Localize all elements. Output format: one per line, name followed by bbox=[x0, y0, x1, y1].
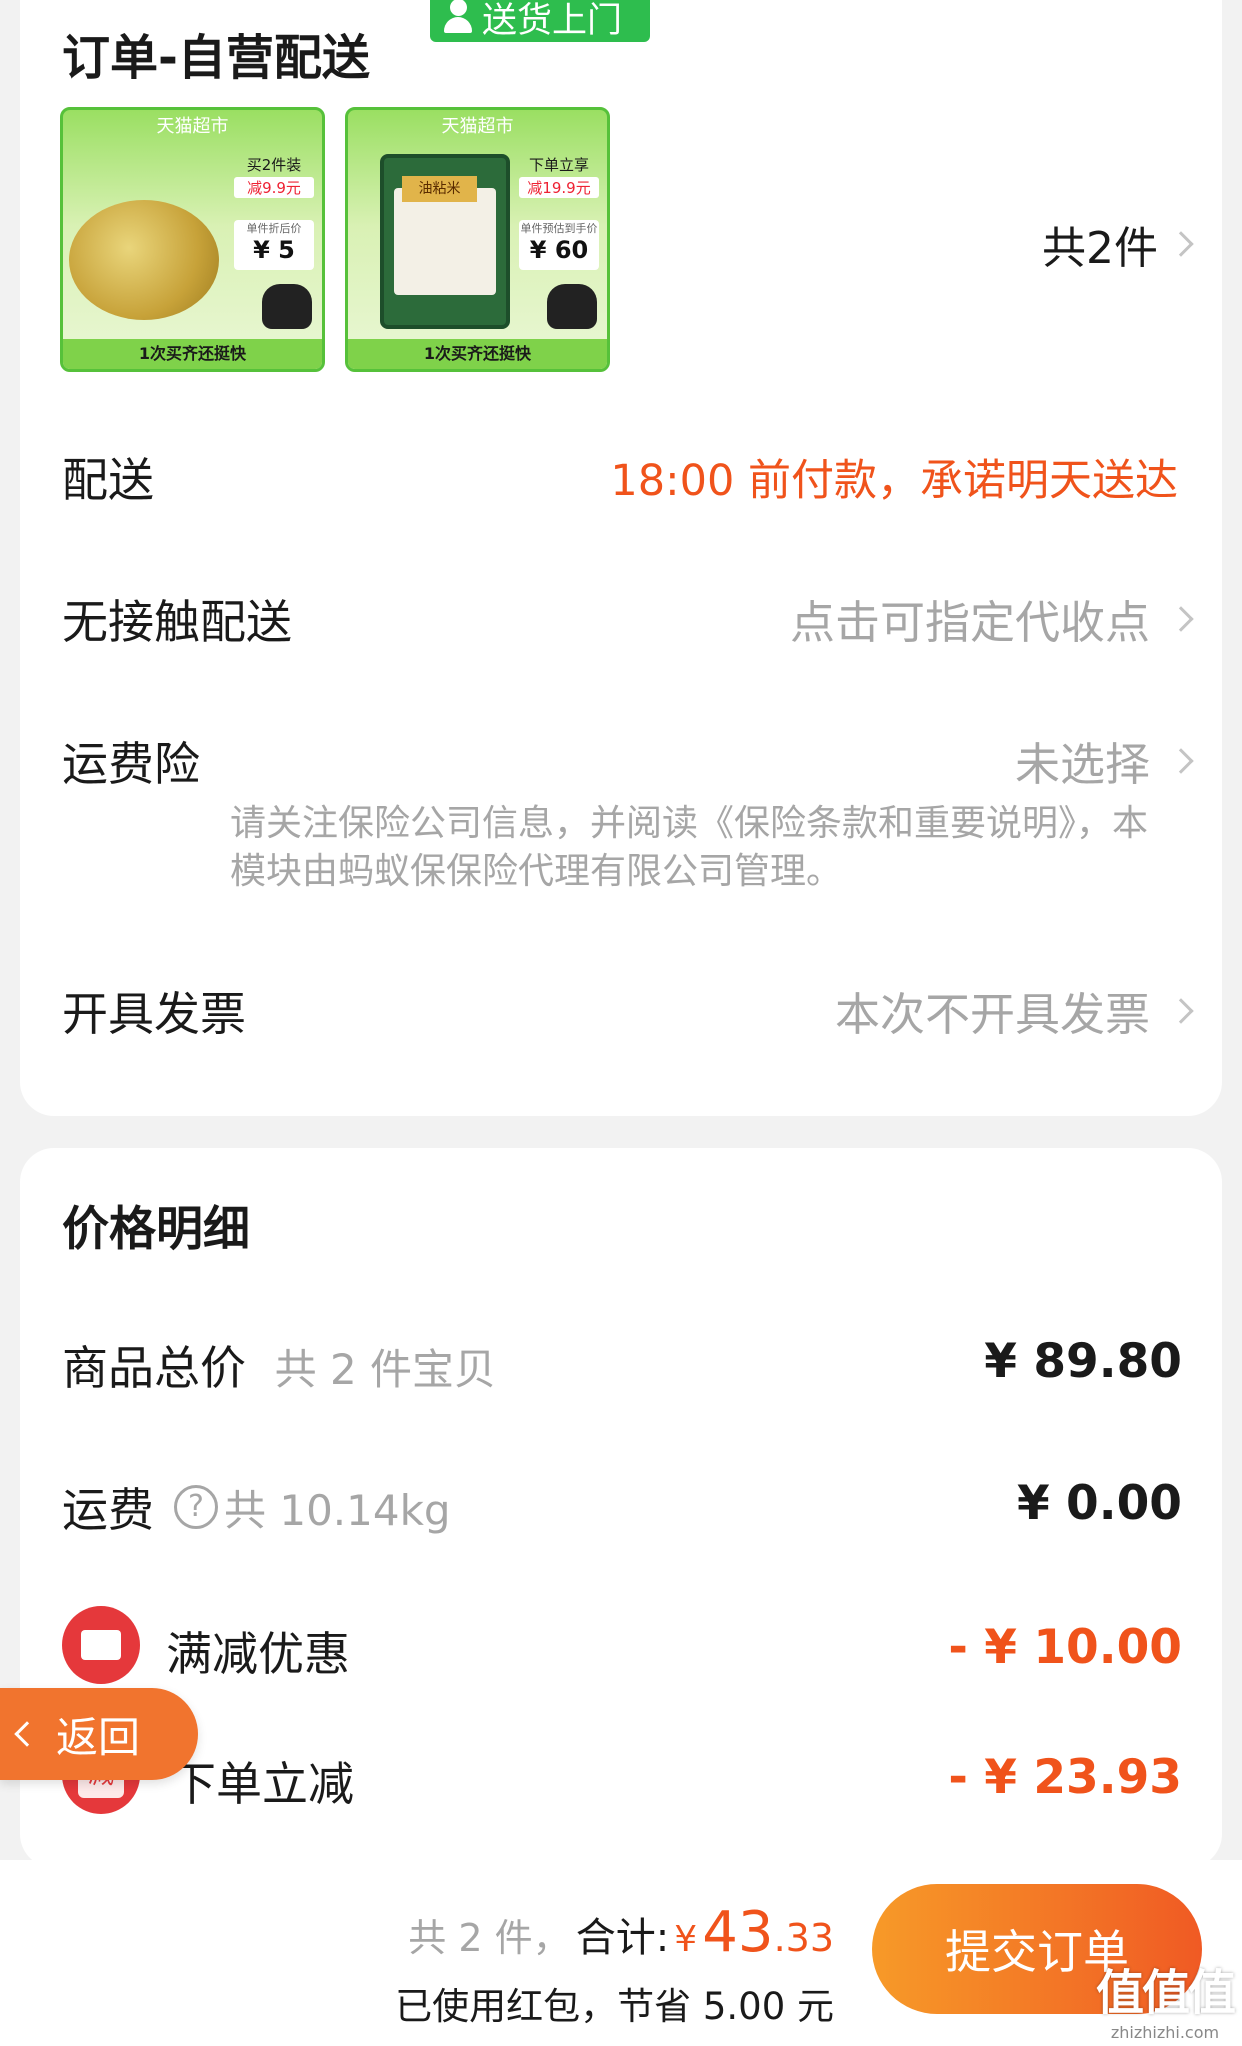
product-thumbnail-rice[interactable]: 天猫超市 油粘米 下单立享 减19.9元 单件预估到手价 ¥ 60 1次买齐还挺… bbox=[345, 107, 610, 372]
goods-value: ¥ 89.80 bbox=[984, 1334, 1182, 1389]
price-detail-title: 价格明细 bbox=[62, 1202, 250, 1257]
promo-tag: 下单立享 减19.9元 bbox=[519, 154, 599, 198]
instant-discount-label: 下单立减 bbox=[170, 1757, 354, 1811]
help-icon[interactable]: ? bbox=[174, 1485, 218, 1529]
watermark: 值值值 zhizhizhi.com bbox=[1095, 1953, 1236, 2042]
contactless-value: 点击可指定代收点 bbox=[789, 596, 1150, 649]
order-title: 订单-自营配送 bbox=[62, 30, 370, 86]
insurance-label: 运费险 bbox=[62, 737, 200, 791]
rice-bag-image: 油粘米 bbox=[380, 154, 510, 329]
delivery-label: 配送 bbox=[62, 453, 154, 507]
back-button-label: 返回 bbox=[56, 1712, 141, 1762]
price-box: 单件折后价 ¥ 5 bbox=[234, 220, 314, 270]
price-value: ¥ 5 bbox=[253, 236, 295, 264]
person-icon bbox=[442, 0, 474, 35]
price-label: 单件折后价 bbox=[246, 222, 302, 235]
contactless-label: 无接触配送 bbox=[62, 595, 292, 649]
total-amount-int: 43 bbox=[702, 1900, 774, 1965]
shipping-label: 运费 ? 共 10.14kg bbox=[62, 1474, 451, 1540]
product-thumbnail-raisins[interactable]: 天猫超市 买2件装 减9.9元 单件折后价 ¥ 5 1次买齐还挺快 bbox=[60, 107, 325, 372]
total-amount-dec: .33 bbox=[773, 1916, 834, 1960]
total-label: 合计: bbox=[575, 1915, 670, 1961]
total-count: 共 2 件， bbox=[408, 1916, 571, 1960]
order-card: 订单-自营配送 送货上门 天猫超市 买2件装 减9.9元 单件折后价 ¥ 5 1… bbox=[20, 0, 1222, 1116]
goods-label: 商品总价 共 2 件宝贝 bbox=[62, 1332, 496, 1398]
contactless-row-action[interactable]: 点击可指定代收点 bbox=[789, 586, 1194, 651]
watermark-url: zhizhizhi.com bbox=[1110, 2023, 1220, 2042]
bag-label: 油粘米 bbox=[402, 176, 477, 202]
instant-discount-value: - ¥ 23.93 bbox=[948, 1750, 1182, 1805]
checkout-bar: 共 2 件， 合计: ¥ 43.33 已使用红包，节省 5.00 元 提交订单 … bbox=[0, 1860, 1242, 2046]
item-count: 共2件 bbox=[1042, 223, 1158, 274]
chevron-right-icon bbox=[1168, 231, 1194, 257]
store-label: 天猫超市 bbox=[156, 116, 229, 137]
tmall-cat-icon bbox=[262, 284, 312, 329]
insurance-note[interactable]: 请关注保险公司信息，并阅读《保险条款和重要说明》，本模块由蚂蚁保保险代理有限公司… bbox=[230, 800, 1170, 896]
total-currency: ¥ bbox=[674, 1919, 698, 1960]
price-detail-card: 价格明细 商品总价 共 2 件宝贝 ¥ 89.80 运费 ? 共 10.14kg… bbox=[20, 1148, 1222, 1868]
watermark-logo: 值值值 bbox=[1095, 1965, 1236, 2021]
delivery-badge: 送货上门 bbox=[430, 0, 650, 42]
promo-line2: 减9.9元 bbox=[234, 177, 314, 198]
chevron-left-icon bbox=[14, 1721, 40, 1747]
item-count-link[interactable]: 共2件 bbox=[1042, 212, 1194, 276]
saving-note: 已使用红包，节省 5.00 元 bbox=[395, 1985, 834, 2028]
chevron-right-icon bbox=[1168, 997, 1194, 1024]
chevron-right-icon bbox=[1168, 747, 1194, 774]
price-box: 单件预估到手价 ¥ 60 bbox=[519, 220, 599, 270]
back-button[interactable]: 返回 bbox=[0, 1688, 198, 1780]
promo-line1: 买2件装 bbox=[246, 156, 302, 174]
invoice-label: 开具发票 bbox=[62, 987, 246, 1041]
discount-label: 满减优惠 bbox=[166, 1627, 350, 1681]
price-value: ¥ 60 bbox=[529, 236, 589, 264]
store-label: 天猫超市 bbox=[441, 116, 514, 137]
shipping-weight: 共 10.14kg bbox=[224, 1485, 451, 1535]
total-summary: 共 2 件， 合计: ¥ 43.33 bbox=[408, 1900, 834, 1965]
invoice-value: 本次不开具发票 bbox=[834, 988, 1150, 1041]
invoice-row-action[interactable]: 本次不开具发票 bbox=[834, 978, 1194, 1043]
delivery-value: 18:00 前付款，承诺明天送达 bbox=[610, 456, 1178, 506]
goods-label-text: 商品总价 bbox=[62, 1341, 246, 1395]
discount-value: - ¥ 10.00 bbox=[948, 1620, 1182, 1675]
shipping-value: ¥ 0.00 bbox=[1016, 1476, 1182, 1531]
chevron-right-icon bbox=[1168, 605, 1194, 632]
shipping-label-text: 运费 bbox=[62, 1483, 154, 1537]
insurance-value: 未选择 bbox=[1014, 738, 1150, 791]
goods-count: 共 2 件宝贝 bbox=[274, 1345, 497, 1394]
insurance-row-action[interactable]: 未选择 bbox=[1014, 728, 1194, 793]
price-label: 单件预估到手价 bbox=[520, 222, 598, 235]
delivery-badge-label: 送货上门 bbox=[482, 0, 623, 41]
promo-line2: 减19.9元 bbox=[519, 177, 599, 198]
coupon-icon bbox=[62, 1606, 140, 1684]
product-footer: 1次买齐还挺快 bbox=[63, 339, 322, 369]
product-footer: 1次买齐还挺快 bbox=[348, 339, 607, 369]
promo-tag: 买2件装 减9.9元 bbox=[234, 154, 314, 198]
promo-line1: 下单立享 bbox=[528, 156, 589, 174]
raisins-image bbox=[69, 200, 219, 320]
tmall-cat-icon bbox=[547, 284, 597, 329]
